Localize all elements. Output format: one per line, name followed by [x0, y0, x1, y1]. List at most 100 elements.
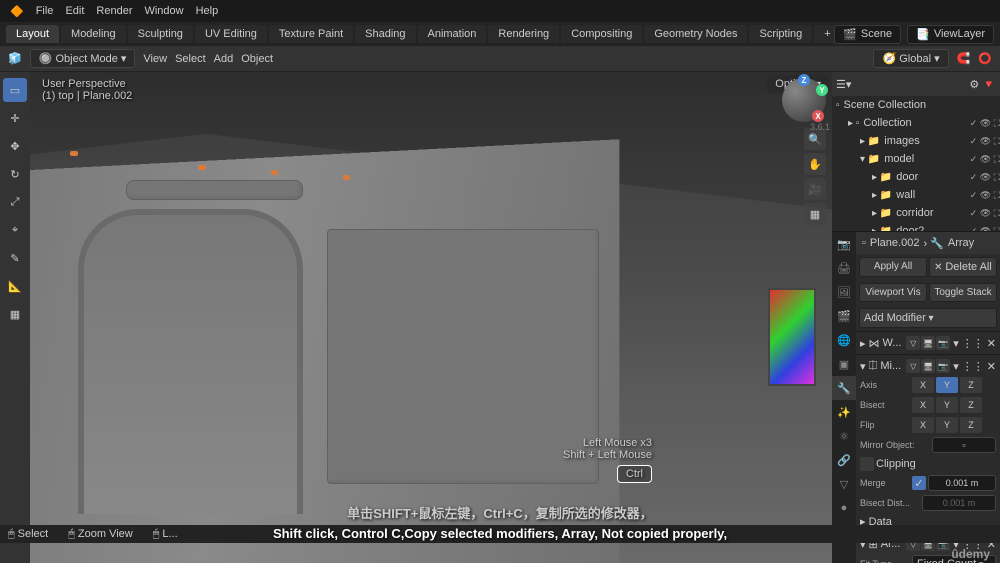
bisect-z[interactable]: Z	[960, 397, 982, 413]
tool-annotate[interactable]: ✎	[3, 246, 27, 270]
snap-icon[interactable]: 🧲	[957, 52, 971, 65]
camera-icon[interactable]: 🎥	[804, 178, 826, 200]
tab-rendering[interactable]: Rendering	[488, 25, 559, 43]
props-tab-view[interactable]: 🖼	[832, 280, 856, 304]
props-tab-data[interactable]: ▽	[832, 472, 856, 496]
mode-dropdown[interactable]: 🔘 Object Mode ▾	[30, 49, 136, 68]
props-tab-particles[interactable]: ✨	[832, 400, 856, 424]
mod-expand-icon[interactable]: ▸	[860, 337, 866, 350]
bisect-x[interactable]: X	[912, 397, 934, 413]
props-tab-object[interactable]: ▣	[832, 352, 856, 376]
tool-select[interactable]: ▭	[3, 78, 27, 102]
props-tab-material[interactable]: ●	[832, 496, 856, 520]
axis-z[interactable]: Z	[960, 377, 982, 393]
outliner-item[interactable]: ▸ 📁 door2✓ 👁 ⛶	[832, 222, 1000, 232]
editor-type-icon[interactable]: 🧊	[8, 52, 22, 65]
merge-value[interactable]: 0.001 m	[928, 475, 996, 491]
mod-menu-icon[interactable]: ▾	[953, 337, 959, 350]
right-panel: ☰▾ ⚙ 🔻 ▫ Scene Collection ▸ ▫ Collection…	[832, 72, 1000, 563]
outliner-item[interactable]: ▾ 📁 model✓ 👁 ⛶	[832, 150, 1000, 168]
mod-edit-icon[interactable]: ▽	[906, 336, 920, 350]
tab-sculpting[interactable]: Sculpting	[128, 25, 193, 43]
tool-scale[interactable]: ⤢	[3, 190, 27, 214]
props-tab-output[interactable]: 🖨	[832, 256, 856, 280]
flip-y[interactable]: Y	[936, 417, 958, 433]
outliner-filter-icon[interactable]: ⚙ 🔻	[969, 78, 996, 91]
mod-name[interactable]: Mi...	[880, 360, 903, 372]
proportional-icon[interactable]: ⭕	[978, 52, 992, 65]
nav-gizmo[interactable]: Y Z X	[782, 78, 826, 122]
menu-file[interactable]: File	[36, 5, 54, 17]
outliner-item[interactable]: ▸ 📁 door✓ 👁 ⛶	[832, 168, 1000, 186]
tool-transform[interactable]: ⌖	[3, 218, 27, 242]
tab-uv[interactable]: UV Editing	[195, 25, 267, 43]
menu-render[interactable]: Render	[96, 5, 132, 17]
merge-checkbox[interactable]: ✓	[912, 476, 926, 490]
axis-y[interactable]: Y	[936, 377, 958, 393]
mod-expand-icon[interactable]: ▾	[860, 360, 866, 373]
outliner-item[interactable]: ▸ 📁 images✓ 👁 ⛶	[832, 132, 1000, 150]
tool-move[interactable]: ✥	[3, 134, 27, 158]
viewlayer-field[interactable]: 📑 ViewLayer	[907, 25, 994, 44]
apply-all-button[interactable]: Apply All	[859, 257, 927, 277]
outliner: ☰▾ ⚙ 🔻 ▫ Scene Collection ▸ ▫ Collection…	[832, 72, 1000, 232]
viewport-3d[interactable]: User Perspective (1) top | Plane.002 Opt…	[30, 72, 832, 563]
outliner-item[interactable]: ▸ 📁 wall✓ 👁 ⛶	[832, 186, 1000, 204]
mod-close-icon[interactable]: ⋮⋮	[962, 337, 984, 350]
tab-shading[interactable]: Shading	[355, 25, 415, 43]
bisect-y[interactable]: Y	[936, 397, 958, 413]
props-tabs: 📷 🖨 🖼 🎬 🌐 ▣ 🔧 ✨ ⚛ 🔗 ▽ ●	[832, 232, 856, 563]
flip-x[interactable]: X	[912, 417, 934, 433]
outliner-item[interactable]: ▸ ▫ Collection✓ 👁 ⛶	[832, 114, 1000, 132]
tool-rotate[interactable]: ↻	[3, 162, 27, 186]
delete-all-button[interactable]: ✕ Delete All	[929, 257, 997, 277]
tool-addcube[interactable]: ▦	[3, 302, 27, 326]
header-menu-view[interactable]: View	[143, 53, 167, 65]
orientation-dropdown[interactable]: 🧭 Global ▾	[873, 49, 948, 68]
props-tab-constraints[interactable]: 🔗	[832, 448, 856, 472]
pan-icon[interactable]: ✋	[804, 153, 826, 175]
toggle-stack-button[interactable]: Toggle Stack	[929, 283, 997, 302]
mirror-icon: ⎅	[869, 360, 878, 373]
persp-icon[interactable]: ▦	[804, 203, 826, 225]
mod-delete-icon[interactable]: ✕	[987, 337, 996, 350]
breadcrumb-object[interactable]: Plane.002	[870, 237, 920, 249]
header-menu-select[interactable]: Select	[175, 53, 206, 65]
mod-name[interactable]: W...	[883, 337, 904, 349]
outliner-root[interactable]: ▫ Scene Collection	[832, 96, 1000, 114]
clipping-checkbox[interactable]	[860, 457, 874, 471]
tab-texture[interactable]: Texture Paint	[269, 25, 353, 43]
axis-x[interactable]: X	[912, 377, 934, 393]
tab-layout[interactable]: Layout	[6, 25, 59, 43]
mod-render-icon[interactable]: 📷	[936, 336, 950, 350]
props-tab-render[interactable]: 📷	[832, 232, 856, 256]
tab-compositing[interactable]: Compositing	[561, 25, 642, 43]
menu-window[interactable]: Window	[144, 5, 183, 17]
mirror-object-label: Mirror Object:	[860, 440, 930, 450]
menu-help[interactable]: Help	[196, 5, 219, 17]
header-menu-object[interactable]: Object	[241, 53, 273, 65]
outliner-item[interactable]: ▸ 📁 corridor✓ 👁 ⛶	[832, 204, 1000, 222]
mod-display-icon[interactable]: 🖥	[921, 336, 935, 350]
tab-geonodes[interactable]: Geometry Nodes	[644, 25, 747, 43]
scene-field[interactable]: 🎬 Scene	[834, 25, 901, 44]
menubar: 🔶 File Edit Render Window Help	[0, 0, 1000, 22]
props-tab-physics[interactable]: ⚛	[832, 424, 856, 448]
breadcrumb-modifier[interactable]: Array	[948, 237, 974, 249]
viewport-vis-button[interactable]: Viewport Vis	[859, 283, 927, 302]
tab-modeling[interactable]: Modeling	[61, 25, 126, 43]
props-tab-modifiers[interactable]: 🔧	[832, 376, 856, 400]
mirror-object-field[interactable]: ▫	[932, 437, 996, 453]
tool-measure[interactable]: 📐	[3, 274, 27, 298]
menu-edit[interactable]: Edit	[65, 5, 84, 17]
props-tab-scene[interactable]: 🎬	[832, 304, 856, 328]
tab-scripting[interactable]: Scripting	[749, 25, 812, 43]
tool-cursor[interactable]: ✛	[3, 106, 27, 130]
props-tab-world[interactable]: 🌐	[832, 328, 856, 352]
header-menu-add[interactable]: Add	[214, 53, 234, 65]
add-modifier-button[interactable]: Add Modifier ▾	[859, 308, 997, 328]
tab-animation[interactable]: Animation	[418, 25, 487, 43]
outliner-type-icon[interactable]: ☰▾	[836, 78, 851, 91]
bisect-dist-value[interactable]: 0.001 m	[922, 495, 996, 511]
flip-z[interactable]: Z	[960, 417, 982, 433]
